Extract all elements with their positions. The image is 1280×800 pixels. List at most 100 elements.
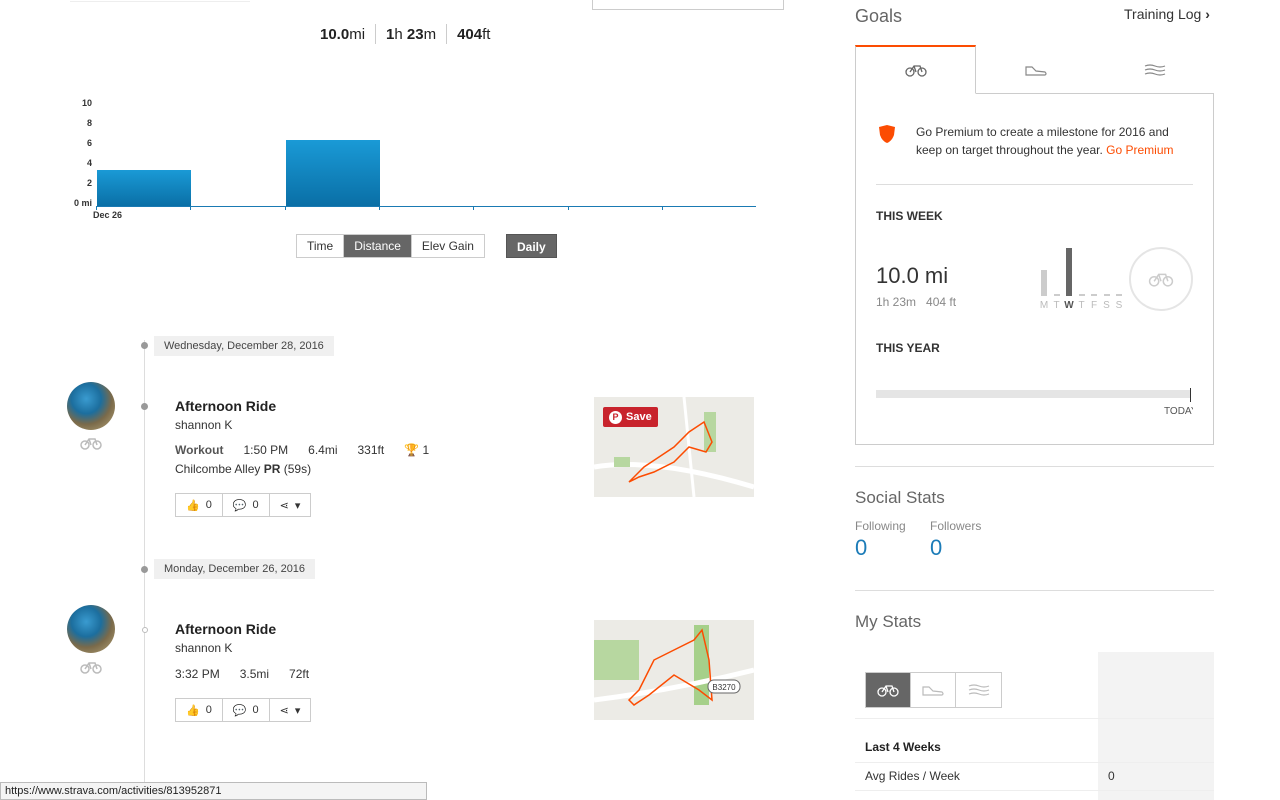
timeline-dot	[142, 627, 148, 633]
tab-run[interactable]	[976, 45, 1095, 93]
following-count[interactable]: 0	[855, 535, 867, 561]
chart-metric-toggle: Time Distance Elev Gain	[296, 234, 485, 258]
go-premium-link[interactable]: Go Premium	[1106, 143, 1173, 157]
comment-button[interactable]: 💬 0	[223, 699, 270, 721]
week-day-label: F	[1090, 300, 1098, 311]
activity-elevation: 72ft	[289, 667, 310, 681]
activity-actions: 👍 0 💬 0 ⋖ ▾	[175, 493, 312, 517]
week-day-label: W	[1064, 300, 1074, 311]
week-day-empty	[1053, 294, 1060, 296]
social-stats-title: Social Stats	[855, 488, 945, 507]
road-label: B3270	[712, 683, 736, 692]
y-tick-label: 8	[86, 118, 92, 128]
premium-shield-icon	[879, 125, 895, 143]
tab-run[interactable]	[911, 673, 956, 707]
athlete-name[interactable]: shannon K	[175, 641, 232, 655]
stats-value-column	[1098, 652, 1214, 800]
my-stats-sport-tabs	[865, 672, 1002, 708]
toggle-time[interactable]: Time	[297, 235, 345, 257]
weekly-summary: 10.0mi 1h 23m 404ft	[320, 24, 490, 44]
week-day-label: S	[1103, 300, 1110, 311]
activity-title[interactable]: Afternoon Ride	[175, 398, 276, 414]
chevron-down-icon: ▾	[294, 704, 301, 717]
goals-title: Goals	[855, 6, 903, 26]
week-day-label: S	[1115, 300, 1123, 311]
workout-label: Workout	[175, 443, 224, 457]
divider	[855, 762, 1214, 763]
toggle-elev-gain[interactable]: Elev Gain	[411, 235, 484, 257]
week-day-bar	[1066, 248, 1072, 296]
thumbs-up-icon: 👍	[186, 499, 200, 512]
stat-row-label: Avg Rides / Week	[865, 769, 960, 783]
chart-bar[interactable]	[97, 169, 191, 206]
daily-button[interactable]: Daily	[506, 234, 557, 258]
share-icon: ⋖	[279, 704, 289, 717]
summary-time: 1h 23m	[386, 25, 437, 43]
week-day-empty	[1116, 294, 1122, 296]
shoe-icon	[1024, 66, 1047, 76]
share-button[interactable]: ⋖ ▾	[270, 494, 311, 516]
activity-elevation: 331ft	[357, 443, 385, 457]
timeline-dot	[141, 403, 148, 410]
chart-bar[interactable]	[285, 140, 380, 206]
toggle-distance[interactable]: Distance	[344, 235, 412, 257]
divider	[375, 24, 377, 44]
bike-icon	[904, 65, 927, 77]
chevron-down-icon: ▾	[294, 499, 301, 512]
y-tick-label: 2	[86, 178, 92, 188]
swim-waves-icon	[1144, 64, 1165, 76]
week-distance: 10.0 mi	[876, 263, 949, 288]
timeline-dot	[141, 566, 148, 573]
x-tick-label: Dec 26	[93, 210, 123, 220]
kudos-button[interactable]: 👍 0	[176, 699, 223, 721]
status-bar-url: https://www.strava.com/activities/813952…	[0, 782, 427, 800]
feed-date: Monday, December 26, 2016	[154, 559, 316, 579]
tab-swim[interactable]	[1095, 45, 1214, 93]
chart-baseline	[96, 206, 756, 207]
week-day-empty	[1091, 294, 1097, 296]
divider	[855, 718, 1214, 719]
comment-button[interactable]: 💬 0	[223, 494, 270, 516]
share-icon: ⋖	[279, 499, 289, 512]
shoe-icon	[922, 686, 944, 696]
year-progress-bar	[876, 390, 1191, 398]
kudos-button[interactable]: 👍 0	[176, 494, 223, 516]
comment-icon: 💬	[232, 499, 247, 512]
activity-actions: 👍 0 💬 0 ⋖ ▾	[175, 698, 312, 722]
athlete-name[interactable]: shannon K	[175, 418, 232, 432]
avatar[interactable]	[67, 382, 115, 430]
today-label: TODAY	[1164, 406, 1193, 417]
period-heading: Last 4 Weeks	[865, 740, 941, 754]
today-marker	[1190, 388, 1191, 402]
share-button[interactable]: ⋖ ▾	[270, 699, 311, 721]
followers-count[interactable]: 0	[930, 535, 942, 561]
tab-swim[interactable]	[956, 673, 1001, 707]
bike-icon	[877, 685, 899, 697]
week-substats: 1h 23m 404 ft	[876, 295, 957, 309]
header-remnant	[70, 0, 250, 2]
pinterest-save-button[interactable]: P Save	[603, 407, 658, 427]
y-tick-label: 0 mi	[73, 198, 92, 208]
chevron-right-icon: ›	[1205, 6, 1210, 22]
activity-map[interactable]: B3270	[594, 620, 754, 720]
y-tick-label: 10	[81, 98, 92, 108]
activity-distance: 6.4mi	[308, 443, 338, 457]
divider	[446, 24, 448, 44]
activity-title[interactable]: Afternoon Ride	[175, 621, 276, 637]
divider	[855, 466, 1214, 467]
tab-ride[interactable]	[855, 45, 976, 94]
followers-label: Followers	[930, 519, 982, 533]
avatar[interactable]	[67, 605, 115, 653]
search-input[interactable]	[592, 0, 784, 10]
bike-icon	[1148, 273, 1174, 287]
feed-date: Wednesday, December 28, 2016	[154, 336, 334, 356]
summary-elevation: 404ft	[457, 25, 491, 43]
divider	[855, 790, 1214, 791]
premium-promo: Go Premium to create a milestone for 201…	[916, 125, 1174, 157]
thumbs-up-icon: 👍	[186, 704, 200, 717]
training-log-link[interactable]: Training Log ›	[1124, 6, 1210, 22]
tab-ride[interactable]	[866, 673, 911, 707]
week-day-empty	[1078, 294, 1085, 296]
summary-distance: 10.0mi	[320, 25, 366, 43]
goal-sport-tabs	[855, 45, 1214, 94]
